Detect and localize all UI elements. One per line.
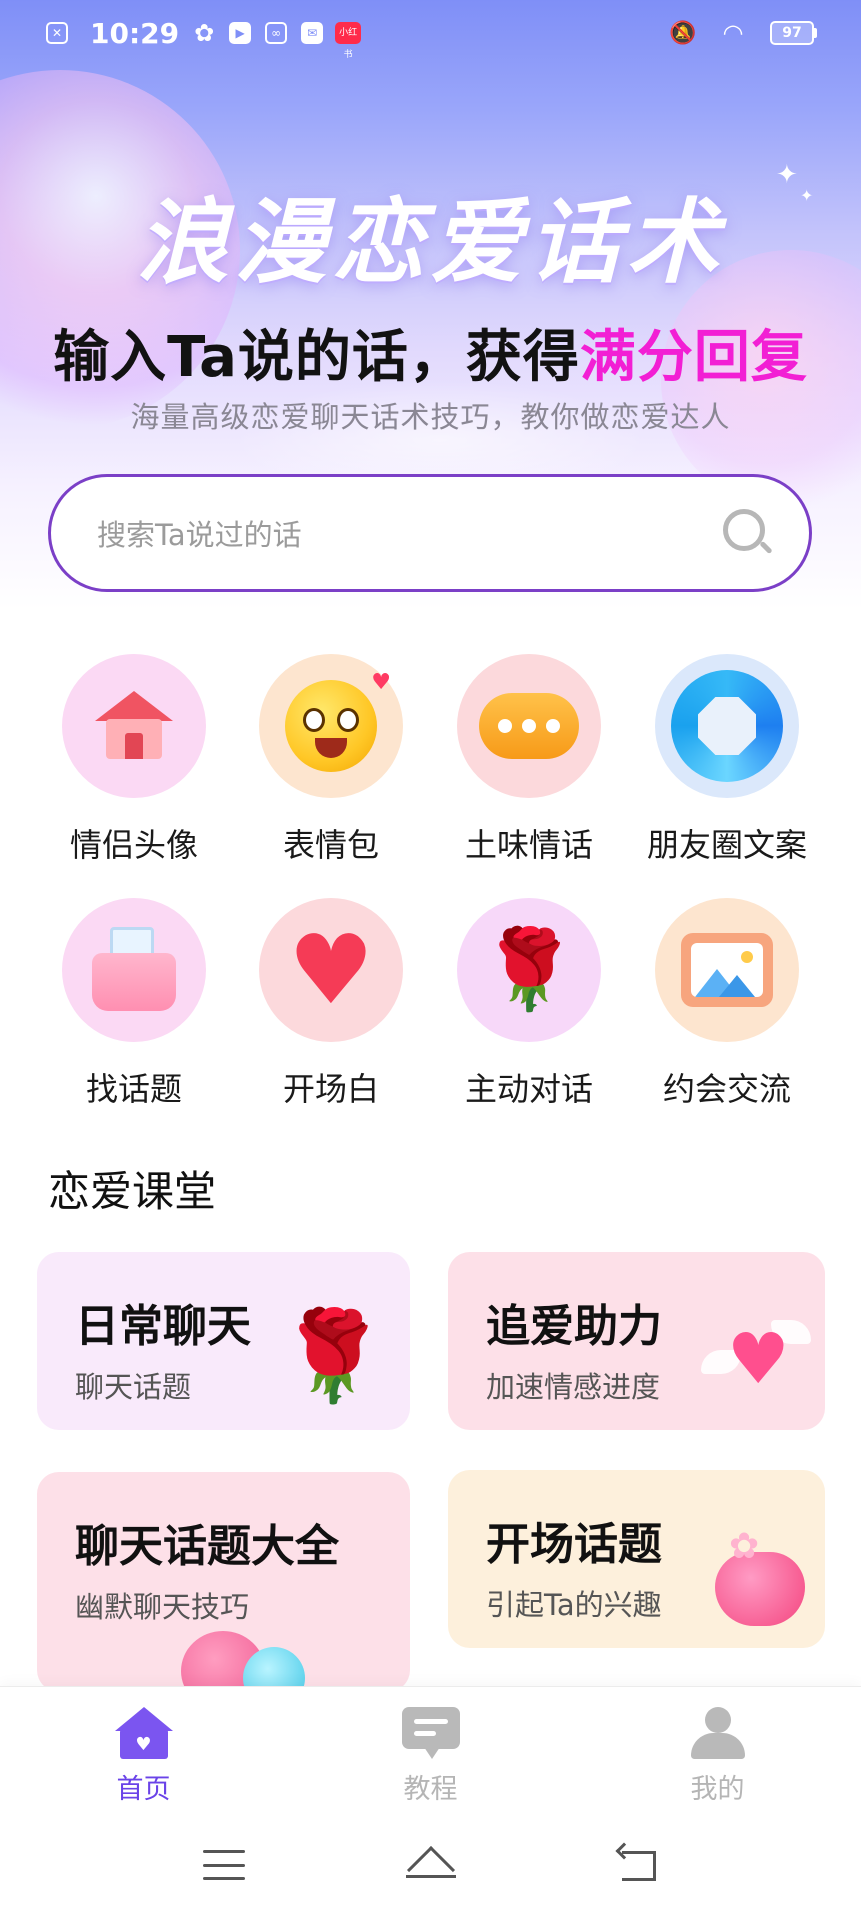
gift-bag-icon: ✿ xyxy=(709,1526,809,1630)
status-bar: ✕ 10:29 ✿ ▶ ∞ ✉ 小红书 🔕 ◠ 97 xyxy=(0,0,861,66)
course-card-opening-topics[interactable]: 开场话题 引起Ta的兴趣 ✿ xyxy=(448,1470,825,1648)
mail-icon: ✉ xyxy=(299,20,325,46)
pocket-icon xyxy=(62,898,206,1042)
rose-icon: 🌹 xyxy=(457,898,601,1042)
card-title: 追爱助力 xyxy=(486,1301,662,1352)
heart-icon: ♥ xyxy=(259,898,403,1042)
nav-profile[interactable]: 我的 xyxy=(574,1687,861,1810)
rose-envelope-icon: 🌹 xyxy=(278,1304,388,1407)
app-icon: ∞ xyxy=(263,20,289,46)
category-label: 开场白 xyxy=(282,1070,379,1108)
category-label: 土味情话 xyxy=(464,826,593,864)
card-title: 日常聊天 xyxy=(75,1301,251,1352)
nav-tutorial[interactable]: 教程 xyxy=(287,1687,574,1810)
news-badge-icon: 小红书 xyxy=(335,20,362,60)
system-home-button[interactable] xyxy=(401,1840,461,1895)
system-nav-bar xyxy=(0,1810,861,1920)
card-title: 开场话题 xyxy=(486,1519,662,1570)
back-icon xyxy=(615,1842,658,1881)
category-label: 约会交流 xyxy=(662,1070,791,1108)
home-icon xyxy=(405,1845,456,1895)
pinwheel-icon: ✿ xyxy=(194,19,215,47)
search-icon[interactable] xyxy=(721,507,773,559)
card-subtitle: 加速情感进度 xyxy=(486,1370,661,1404)
status-time: 10:29 xyxy=(90,16,180,50)
nav-label: 教程 xyxy=(403,1774,458,1805)
section-title: 恋爱课堂 xyxy=(48,1167,217,1216)
headline-text: 输入Ta说的话，获得 xyxy=(53,325,580,390)
ring-icon xyxy=(655,654,799,798)
recent-apps-button[interactable] xyxy=(194,1840,254,1890)
sim-icon: ✕ xyxy=(44,20,70,46)
menu-icon xyxy=(202,1850,245,1880)
home-heart-icon: ♥ xyxy=(114,1707,173,1759)
nav-label: 首页 xyxy=(116,1774,171,1805)
card-subtitle: 幽默聊天技巧 xyxy=(75,1590,250,1624)
user-icon xyxy=(689,1707,747,1759)
category-label: 情侣头像 xyxy=(69,826,198,864)
category-find-topics[interactable]: 找话题 xyxy=(44,898,224,1110)
nav-label: 我的 xyxy=(690,1774,745,1805)
house-icon xyxy=(62,654,206,798)
category-label: 主动对话 xyxy=(464,1070,593,1108)
category-label: 朋友圈文案 xyxy=(646,826,807,864)
search-placeholder: 搜索Ta说过的话 xyxy=(97,518,302,552)
battery-level: 97 xyxy=(770,21,814,45)
wifi-icon: ◠ xyxy=(722,19,744,47)
winged-heart-icon: ♥ xyxy=(701,1300,811,1400)
emoji-face-icon: ♥ xyxy=(259,654,403,798)
photo-icon xyxy=(655,898,799,1042)
search-input[interactable]: 搜索Ta说过的话 xyxy=(48,474,812,592)
category-couple-avatar[interactable]: 情侣头像 xyxy=(44,654,224,866)
sparkle-icon: ✦ xyxy=(800,186,814,205)
category-label: 找话题 xyxy=(85,1070,182,1108)
balloons-icon xyxy=(147,1627,347,1692)
nav-home[interactable]: ♥ 首页 xyxy=(0,1687,287,1810)
course-card-topic-collection[interactable]: 聊天话题大全 幽默聊天技巧 xyxy=(37,1472,410,1692)
hero-subtitle: 海量高级恋爱聊天话术技巧，教你做恋爱达人 xyxy=(130,400,731,434)
category-cheesy-lines[interactable]: 土味情话 xyxy=(439,654,619,866)
chat-bubble-icon xyxy=(457,654,601,798)
battery-icon: 97 xyxy=(770,21,817,45)
card-subtitle: 聊天话题 xyxy=(75,1370,192,1404)
system-back-button[interactable] xyxy=(608,1840,668,1890)
bottom-nav: ♥ 首页 教程 我的 xyxy=(0,1686,861,1810)
course-card-pursuit-help[interactable]: 追爱助力 加速情感进度 ♥ xyxy=(448,1252,825,1430)
category-label: 表情包 xyxy=(282,826,379,864)
category-stickers[interactable]: ♥ 表情包 xyxy=(241,654,421,866)
mute-bell-icon: 🔕 xyxy=(669,20,697,46)
course-card-daily-chat[interactable]: 日常聊天 聊天话题 🌹 xyxy=(37,1252,410,1430)
hero-title: 浪漫恋爱话术 xyxy=(136,188,725,296)
message-icon xyxy=(401,1707,460,1759)
headline: 输入Ta说的话，获得满分回复 xyxy=(0,312,861,393)
category-active-chat[interactable]: 🌹 主动对话 xyxy=(439,898,619,1110)
sparkle-icon: ✦ xyxy=(776,160,798,190)
category-opening-lines[interactable]: ♥ 开场白 xyxy=(241,898,421,1110)
card-title: 聊天话题大全 xyxy=(75,1521,339,1572)
card-subtitle: 引起Ta的兴趣 xyxy=(486,1588,662,1622)
headline-accent: 满分回复 xyxy=(579,325,808,390)
video-icon: ▶ xyxy=(227,20,253,46)
category-date-talk[interactable]: 约会交流 xyxy=(637,898,817,1110)
category-moments-copy[interactable]: 朋友圈文案 xyxy=(637,654,817,866)
